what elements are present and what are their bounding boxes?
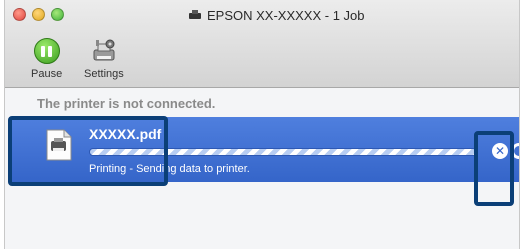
callout-job-highlight <box>8 116 168 186</box>
zoom-window-icon[interactable] <box>51 8 64 21</box>
pause-button[interactable]: Pause <box>31 38 62 80</box>
settings-button[interactable]: Settings <box>84 38 124 80</box>
pause-icon <box>33 38 60 64</box>
settings-label: Settings <box>84 68 124 80</box>
window-title-text: EPSON XX-XXXXX - 1 Job <box>207 7 365 23</box>
title-bar: EPSON XX-XXXXX - 1 Job Pause Settings <box>5 0 519 88</box>
minimize-window-icon[interactable] <box>32 8 45 21</box>
callout-delete-highlight <box>474 131 514 206</box>
printer-icon <box>189 10 201 20</box>
printer-status-message: The printer is not connected. <box>37 96 216 111</box>
close-window-icon[interactable] <box>13 8 26 21</box>
settings-icon <box>93 39 115 61</box>
window-title: EPSON XX-XXXXX - 1 Job <box>189 6 365 24</box>
pause-label: Pause <box>31 68 63 80</box>
